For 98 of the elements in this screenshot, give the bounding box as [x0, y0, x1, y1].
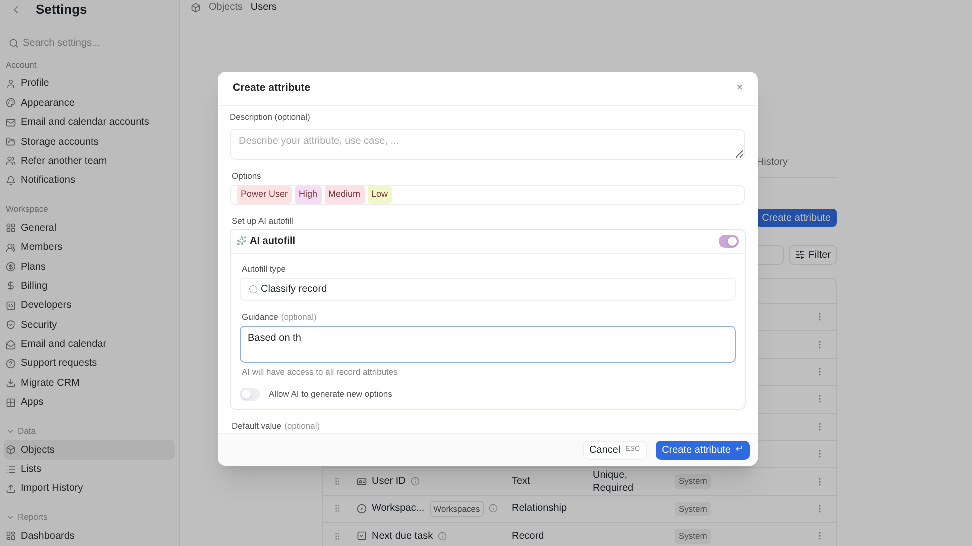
item-icon [6, 118, 16, 128]
shortcut-key: ↵ [736, 443, 744, 457]
filter-icon [794, 250, 805, 260]
drag-handle-icon[interactable] [333, 477, 342, 486]
section-label: Set up AI autofill [231, 214, 294, 228]
section-label: Workspace [6, 203, 48, 216]
optional-hint: (optional) [281, 310, 317, 324]
sidebar-item[interactable]: Import History [4, 479, 175, 499]
search-field[interactable]: Search settings... [23, 36, 170, 51]
field-label: Options [231, 170, 262, 182]
access-note: AI will have access to all record attributes [241, 366, 399, 378]
item-icon [6, 156, 16, 166]
item-icon [6, 223, 16, 234]
relation-tag: Workspaces [430, 500, 484, 518]
dialog-title: Create attribute [233, 80, 311, 96]
allow-new-toggle[interactable] [240, 388, 260, 402]
attribute-constraints: Unique, Required [593, 468, 635, 495]
item-icon [6, 378, 16, 388]
drag-handle-icon[interactable] [333, 532, 342, 541]
toggle-label: Allow AI to generate new options [269, 388, 392, 402]
system-badge: System [675, 528, 712, 544]
attribute-icon [357, 476, 367, 487]
item-icon [6, 445, 16, 456]
item-icon [6, 281, 16, 292]
classify-icon [249, 284, 258, 294]
sidebar-item[interactable]: Appearance [4, 94, 175, 113]
system-badge: System [675, 502, 712, 516]
sidebar-item[interactable]: Notifications [4, 171, 175, 191]
search-icon [9, 38, 20, 49]
field-label: Default value [232, 420, 282, 433]
attribute-type: Record [512, 530, 544, 542]
attribute-name: User ID [372, 475, 406, 490]
sparkle-icon [237, 236, 247, 246]
info-icon[interactable] [410, 477, 420, 486]
sidebar-item[interactable]: Plans [4, 257, 175, 277]
field-label: Guidance [242, 310, 278, 324]
description-field[interactable]: Describe your attribute, use case, ... [230, 128, 745, 160]
attribute-name: Next due task [372, 530, 434, 544]
create-attribute-button[interactable]: Create attribute ↵ [656, 440, 750, 460]
item-icon [6, 78, 16, 89]
sidebar-item[interactable]: Migrate CRM [4, 374, 175, 394]
sidebar-item[interactable]: Members [4, 238, 175, 258]
item-icon [6, 242, 16, 253]
sidebar-item[interactable]: Apps [4, 393, 175, 412]
item-icon [6, 98, 16, 108]
item-icon [6, 262, 16, 272]
option-tag: Power User [237, 186, 292, 204]
drag-handle-icon[interactable] [333, 504, 342, 514]
item-icon [6, 137, 16, 148]
item-icon [6, 340, 16, 350]
autofill-toggle[interactable] [719, 234, 739, 248]
attribute-name: Workspac... [372, 502, 425, 516]
object-icon [191, 2, 201, 12]
option-tag: Low [368, 186, 392, 204]
breadcrumb-item[interactable]: Objects [205, 0, 243, 15]
sidebar-item[interactable]: Profile [4, 74, 175, 94]
sidebar-item[interactable]: Billing [4, 276, 175, 296]
sidebar-item[interactable]: Dashboards [4, 526, 175, 546]
system-badge: System [675, 474, 712, 489]
sidebar-item[interactable]: Storage accounts [4, 132, 175, 152]
optional-hint: (optional) [284, 420, 320, 433]
attribute-icon [357, 504, 367, 514]
info-icon[interactable] [489, 504, 498, 514]
sidebar-item[interactable]: Security [4, 315, 175, 335]
section-label: Account [6, 58, 37, 72]
autofill-title: AI autofill [250, 234, 296, 248]
field-label: Autofill type [241, 262, 287, 276]
item-icon [6, 531, 16, 542]
options-field[interactable]: Power User High Medium Low [230, 185, 745, 205]
item-icon [6, 320, 16, 330]
sidebar-item[interactable]: Objects [4, 440, 175, 460]
guidance-field[interactable]: Based on th [240, 326, 736, 362]
sidebar-item[interactable]: General [4, 218, 175, 238]
sidebar-item[interactable]: Email and calendar [4, 334, 175, 354]
attribute-type: Text [512, 476, 530, 488]
breadcrumb-item[interactable]: Users [246, 0, 278, 15]
sidebar-item[interactable]: Developers [4, 296, 175, 316]
option-tag: Medium [324, 186, 365, 204]
item-icon [6, 300, 16, 311]
close-button[interactable]: × [736, 83, 743, 94]
option-tag: High [295, 186, 322, 204]
item-icon [6, 398, 16, 408]
item-icon [6, 358, 16, 369]
item-icon [6, 484, 16, 494]
filter-button[interactable]: Filter [788, 245, 837, 265]
sidebar-item[interactable]: Lists [4, 460, 175, 480]
sidebar-item[interactable]: Refer another team [4, 152, 175, 172]
item-icon [6, 464, 16, 475]
autofill-type-select[interactable]: Classify record [240, 278, 736, 300]
attribute-type: Relationship [512, 503, 568, 514]
info-icon[interactable] [438, 532, 448, 541]
field-label: Description (optional) [230, 111, 312, 124]
attribute-icon [357, 531, 367, 542]
sidebar-item[interactable]: Email and calendar accounts [4, 112, 175, 132]
sidebar-item[interactable]: Support requests [4, 354, 175, 374]
sidebar-title: Settings [36, 0, 88, 19]
create-attribute-button[interactable]: Create attribute [756, 209, 837, 227]
item-icon [6, 176, 16, 186]
